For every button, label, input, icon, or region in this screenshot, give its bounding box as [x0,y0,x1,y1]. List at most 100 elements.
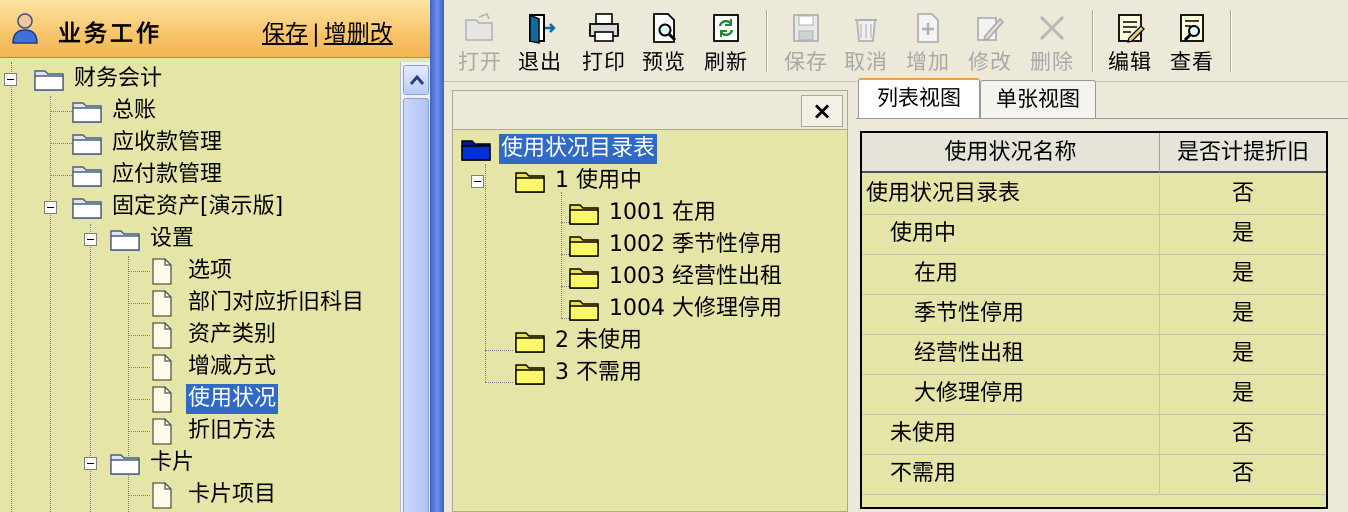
tree-node-1004[interactable]: 1004 大修理停用 [453,294,849,324]
toolbar: 打开 退出 打印 预览 刷新 保存 取消 增加 修改 删除 编辑 查看 [444,0,1348,82]
cell-name: 不需用 [862,455,1160,495]
tree-node-fixed-assets[interactable]: 固定资产[演示版] [0,192,400,222]
document-icon [152,322,172,349]
tree-node-payables[interactable]: 应付款管理 [0,160,400,190]
toolbar-separator [766,10,768,72]
column-header-depreciation[interactable]: 是否计提折旧 [1160,133,1326,173]
tree-node-dept-depreciation[interactable]: 部门对应折旧科目 [0,288,400,318]
tree-node-options[interactable]: 选项 [0,256,400,286]
tree-node-label: 3 不需用 [555,360,642,385]
nav-title: 业务工作 [58,21,162,47]
modify-button-label: 修改 [968,50,1012,74]
table-row[interactable]: 在用 是 [862,255,1326,295]
document-icon [152,482,172,509]
scroll-up-button[interactable] [403,65,429,95]
view-button[interactable]: 查看 [1162,8,1222,78]
tree-node-label: 1001 在用 [609,200,716,225]
delete-button[interactable]: 删除 [1022,8,1082,78]
add-document-icon [917,13,939,43]
collapse-icon[interactable] [4,73,17,86]
nav-scrollbar[interactable] [400,62,430,512]
tree-node-in-use[interactable]: 1 使用中 [453,166,849,196]
cell-flag: 是 [1231,381,1254,406]
tree-node-1002[interactable]: 1002 季节性停用 [453,230,849,260]
tree-node-label: 卡片项目 [188,482,277,507]
refresh-button[interactable]: 刷新 [696,8,756,78]
tree-node-label-selected: 使用状况 [186,384,279,414]
open-folder-icon [465,13,493,41]
nav-tree: 财务会计 总账 应收款管理 应付款管理 固定资产[演示版] 设置 选项 部门对应… [0,62,400,512]
add-button[interactable]: 增加 [898,8,958,78]
panel-splitter[interactable] [430,0,444,512]
tree-node-card-items[interactable]: 卡片项目 [0,480,400,510]
folder-yellow-icon [569,233,599,257]
edit-button[interactable]: 编辑 [1100,8,1160,78]
collapse-icon[interactable] [44,201,57,214]
table-row[interactable]: 大修理停用 是 [862,375,1326,415]
column-header-name[interactable]: 使用状况名称 [862,133,1160,173]
preview-button-label: 预览 [642,50,686,74]
cell-name: 使用状况目录表 [862,175,1160,215]
print-button[interactable]: 打印 [574,8,634,78]
cell-name: 使用中 [862,215,1160,255]
add-button-label: 增加 [906,50,950,74]
navigation-panel: 业务工作 保存 | 增删改 财务会计 总账 应收款管理 应付款管理 固定资产[演… [0,0,430,512]
tree-node-receivables[interactable]: 应收款管理 [0,128,400,158]
exit-button[interactable]: 退出 [510,8,570,78]
view-button-label: 查看 [1170,50,1214,74]
view-magnifier-icon [1180,14,1204,42]
close-button[interactable]: × [801,95,843,127]
tree-search-input[interactable] [455,93,795,127]
tree-search-bar: × [452,90,848,130]
table-row[interactable]: 季节性停用 是 [862,295,1326,335]
collapse-icon[interactable] [84,457,97,470]
tree-node-label: 卡片 [150,450,195,475]
cancel-button-label: 取消 [844,50,888,74]
save-button[interactable]: 保存 [776,8,836,78]
tree-node-label: 1004 大修理停用 [609,296,782,321]
edit-button-label: 编辑 [1108,50,1152,74]
tree-node-change-method[interactable]: 增减方式 [0,352,400,382]
tree-node-label: 1003 经营性出租 [609,264,782,289]
tree-node-usage-status[interactable]: 使用状况 [0,384,400,414]
cell-flag: 否 [1231,461,1254,486]
tree-node-cards[interactable]: 卡片 [0,448,400,478]
tree-node-general-ledger[interactable]: 总账 [0,96,400,126]
cell-flag: 否 [1231,421,1254,446]
table-row[interactable]: 使用中 是 [862,215,1326,255]
tab-list-view[interactable]: 列表视图 [858,78,980,118]
tree-node-label: 应付款管理 [112,162,223,187]
tree-node-label-selected: 使用状况目录表 [499,134,658,164]
tree-node-label: 资产类别 [188,322,277,347]
tree-node-1003[interactable]: 1003 经营性出租 [453,262,849,292]
table-row[interactable]: 不需用 否 [862,455,1326,495]
scroll-thumb[interactable] [403,98,429,512]
collapse-icon[interactable] [84,233,97,246]
folder-yellow-icon [569,297,599,321]
modify-button[interactable]: 修改 [960,8,1020,78]
tree-node-unused[interactable]: 2 未使用 [453,326,849,356]
table-row[interactable]: 未使用 否 [862,415,1326,455]
exit-button-label: 退出 [518,50,562,74]
open-button[interactable]: 打开 [450,8,510,78]
preview-button[interactable]: 预览 [634,8,694,78]
tree-node-asset-category[interactable]: 资产类别 [0,320,400,350]
cell-flag: 是 [1231,341,1254,366]
tab-single-view[interactable]: 单张视图 [980,80,1096,118]
tree-node-settings[interactable]: 设置 [0,224,400,254]
grid-container: 使用状况名称 是否计提折旧 使用状况目录表 否 使用中 是 在用 是 季节性停用… [856,118,1348,512]
table-row[interactable]: 经营性出租 是 [862,335,1326,375]
collapse-icon[interactable] [471,175,484,188]
table-row[interactable]: 使用状况目录表 否 [862,175,1326,215]
nav-save-link[interactable]: 保存 [262,21,308,47]
tree-node-depreciation-method[interactable]: 折旧方法 [0,416,400,446]
tree-node-finance[interactable]: 财务会计 [0,64,400,94]
nav-edit-link[interactable]: 增删改 [324,21,393,47]
cancel-button[interactable]: 取消 [836,8,896,78]
user-icon [12,13,38,44]
tree-node-status-root[interactable]: 使用状况目录表 [453,134,849,164]
tree-node-1001[interactable]: 1001 在用 [453,198,849,228]
folder-blue-icon [461,137,491,161]
tree-node-not-needed[interactable]: 3 不需用 [453,358,849,388]
status-tree-pane: × 使用状况目录表 1 使用中 1001 在用 1002 季节性停用 1003 … [452,90,848,512]
